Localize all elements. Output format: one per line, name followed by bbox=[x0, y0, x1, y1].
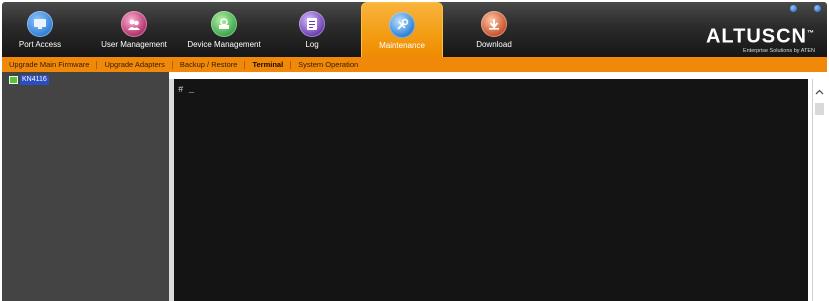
users-icon bbox=[121, 11, 147, 37]
submenu-terminal[interactable]: Terminal bbox=[245, 60, 290, 69]
terminal-scrollbar[interactable] bbox=[812, 79, 826, 301]
tab-label: Device Management bbox=[187, 40, 261, 49]
terminal-prompt: # _ bbox=[178, 85, 195, 95]
terminal-header bbox=[169, 72, 814, 79]
tab-log[interactable]: Log bbox=[292, 2, 332, 57]
tree-item-device[interactable]: KN4116 bbox=[9, 75, 49, 85]
device-icon bbox=[211, 11, 237, 37]
submenu-upgrade-adapters[interactable]: Upgrade Adapters bbox=[97, 60, 171, 69]
tab-download[interactable]: Download bbox=[464, 2, 524, 57]
submenu-backup-restore[interactable]: Backup / Restore bbox=[173, 60, 245, 69]
device-node-icon bbox=[9, 76, 18, 84]
top-navigation-bar: Port Access User Management Device Manag… bbox=[2, 2, 827, 58]
brand-tagline: Enterprise Solutions by ATEN bbox=[742, 47, 815, 54]
tab-label: User Management bbox=[101, 40, 167, 49]
device-name: KN4116 bbox=[20, 75, 49, 85]
tab-device-management[interactable]: Device Management bbox=[182, 2, 266, 57]
tab-user-management[interactable]: User Management bbox=[94, 2, 174, 57]
logout-icon[interactable] bbox=[814, 5, 821, 12]
submenu-system-operation[interactable]: System Operation bbox=[291, 60, 365, 69]
brand-logo: ALTUSCN™ Enterprise Solutions by ATEN bbox=[706, 24, 815, 54]
help-icon[interactable] bbox=[790, 5, 797, 12]
submenu-upgrade-main-firmware[interactable]: Upgrade Main Firmware bbox=[2, 60, 96, 69]
sub-menu: Upgrade Main Firmware Upgrade Adapters B… bbox=[2, 57, 827, 72]
tab-port-access[interactable]: Port Access bbox=[10, 2, 70, 57]
tools-icon bbox=[389, 12, 415, 38]
tab-maintenance[interactable]: Maintenance bbox=[361, 2, 443, 58]
monitor-icon bbox=[27, 11, 53, 37]
terminal-console[interactable]: # _ bbox=[174, 79, 808, 301]
device-tree-sidebar: KN4116 bbox=[2, 72, 169, 301]
tab-label: Download bbox=[476, 40, 512, 49]
tab-label: Log bbox=[305, 40, 319, 49]
tab-label: Maintenance bbox=[379, 41, 425, 50]
download-icon bbox=[481, 11, 507, 37]
brand-trademark: ™ bbox=[807, 30, 815, 37]
log-icon bbox=[299, 11, 325, 37]
brand-name: ALTUSCN bbox=[705, 25, 807, 48]
tab-label: Port Access bbox=[18, 40, 62, 49]
scroll-up-icon[interactable] bbox=[815, 89, 824, 97]
scroll-thumb[interactable] bbox=[815, 103, 824, 115]
